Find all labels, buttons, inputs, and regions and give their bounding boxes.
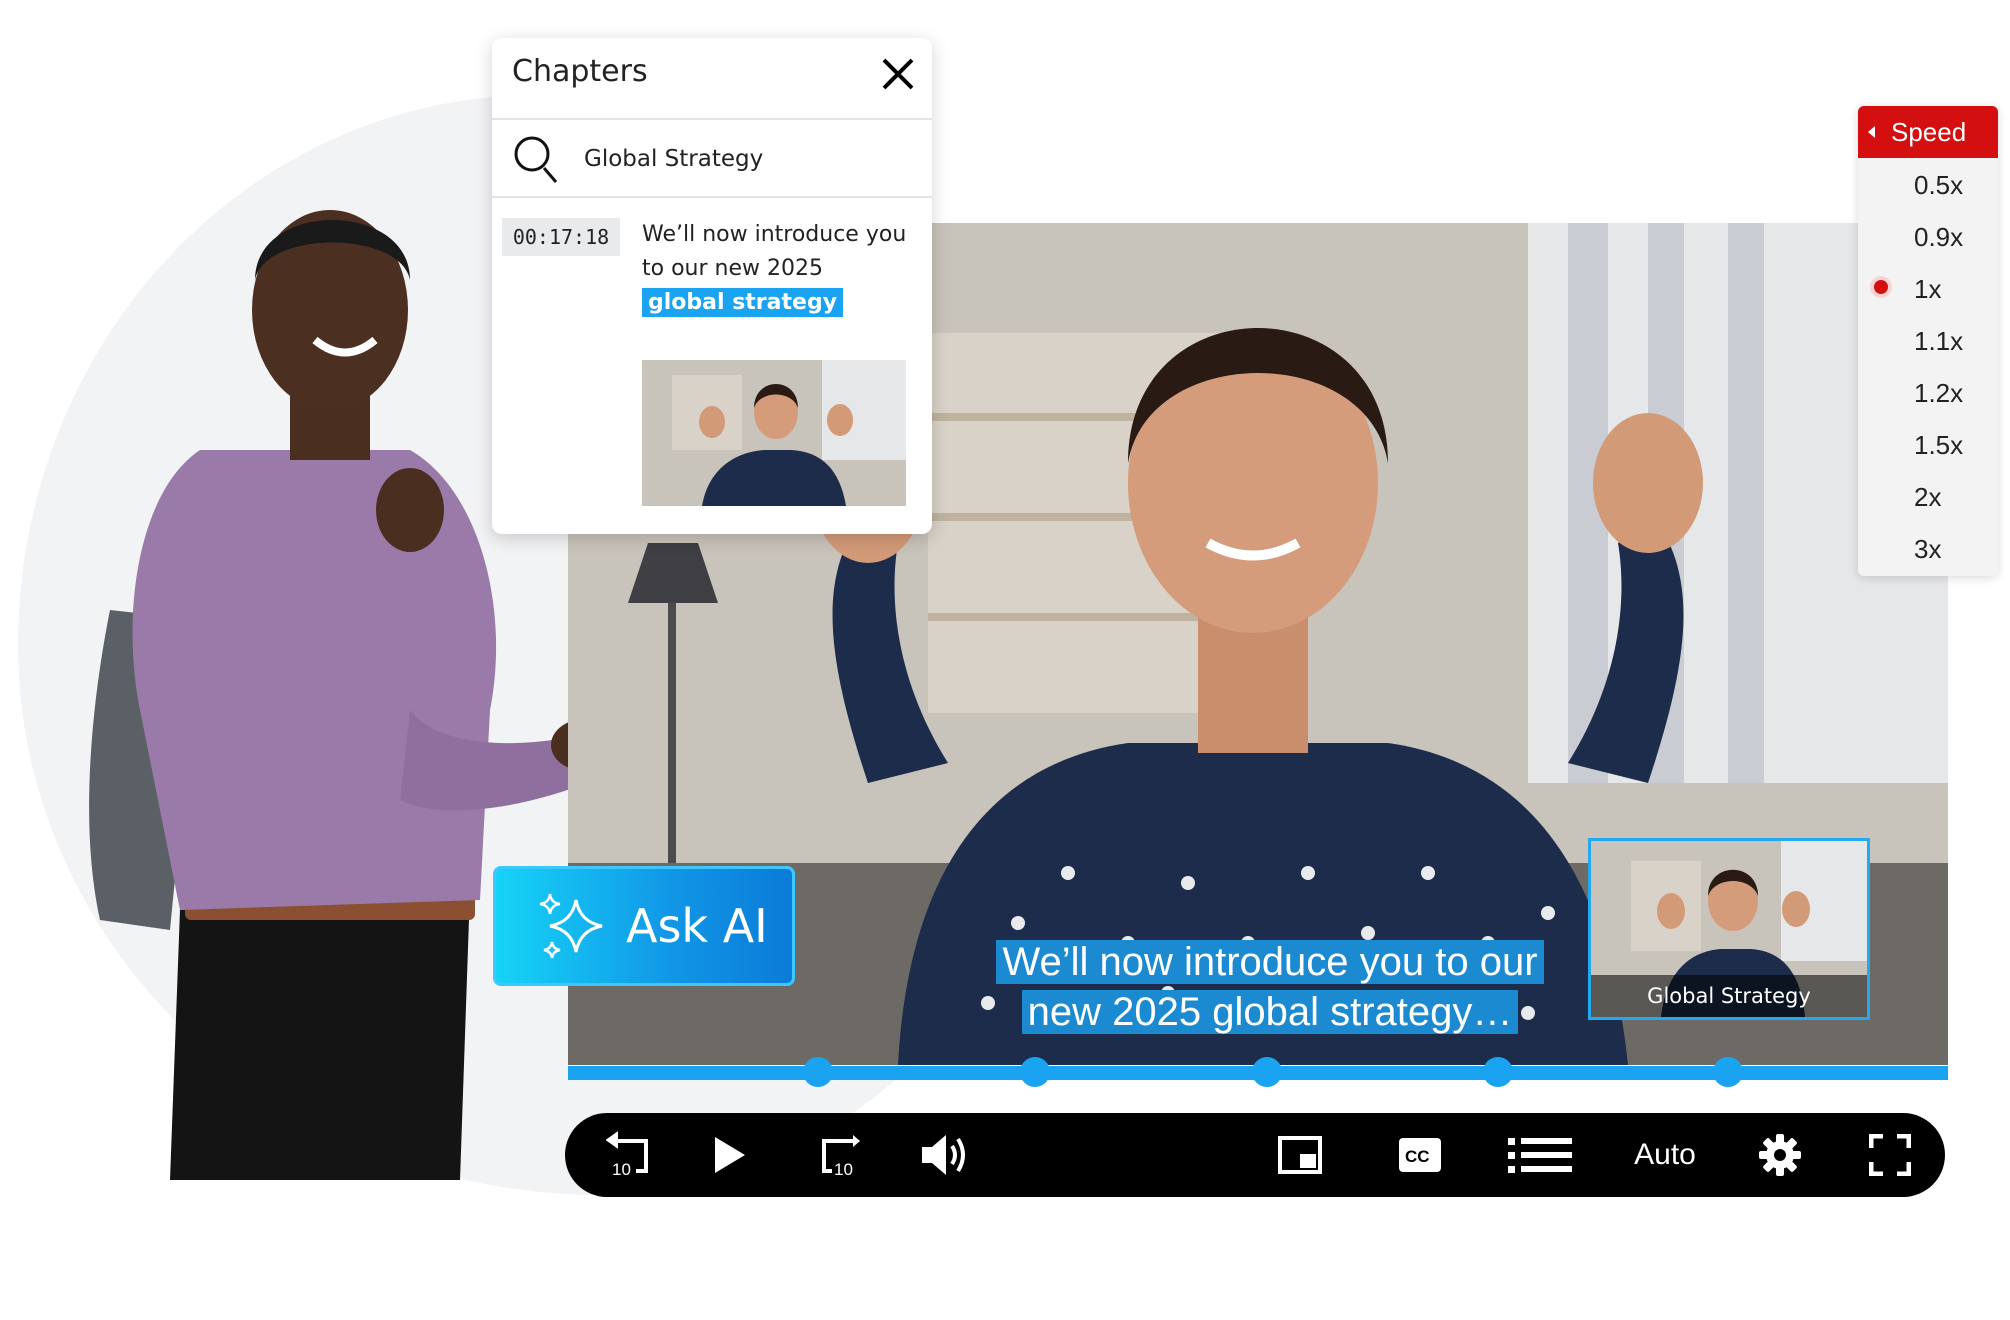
chapters-panel: Chapters 00:17:18 We’ll now introduce yo… [492, 38, 932, 534]
speed-option-selected[interactable]: 1x [1858, 262, 1998, 314]
speed-option[interactable]: 2x [1858, 470, 1998, 522]
chapter-search-input[interactable] [582, 138, 906, 180]
quality-label: Auto [1634, 1138, 1696, 1171]
close-button[interactable] [878, 54, 918, 94]
result-transcript[interactable]: We’ll now introduce you to our new 2025 … [642, 218, 912, 320]
quality-button[interactable]: Auto [1620, 1113, 1710, 1197]
progress-bar[interactable] [568, 1057, 1948, 1087]
volume-icon [922, 1135, 965, 1175]
closed-captions-button[interactable]: CC [1385, 1113, 1455, 1197]
play-icon [715, 1137, 745, 1173]
divider [492, 196, 932, 198]
speed-option[interactable]: 1.1x [1858, 314, 1998, 366]
divider [492, 118, 932, 120]
chapter-marker[interactable] [1713, 1057, 1743, 1087]
rewind-10-button[interactable]: 10 [595, 1113, 665, 1197]
speed-option[interactable]: 0.5x [1858, 158, 1998, 210]
ask-ai-button[interactable]: Ask AI [493, 866, 795, 986]
player-control-bar: 10 10 CC Auto [565, 1113, 1945, 1197]
volume-button[interactable] [910, 1113, 980, 1197]
preview-label: Global Strategy [1591, 975, 1867, 1017]
selected-dot-icon [1874, 280, 1888, 294]
search-icon [510, 132, 564, 186]
chapter-marker[interactable] [1252, 1057, 1282, 1087]
chapters-title: Chapters [512, 54, 648, 89]
settings-button[interactable] [1745, 1113, 1815, 1197]
back-arrow-icon [1868, 126, 1875, 138]
speed-menu: Speed 0.5x 0.9x 1x 1.1x 1.2x 1.5x 2x 3x [1858, 106, 1998, 576]
forward-10-button[interactable]: 10 [805, 1113, 875, 1197]
ask-ai-label: Ask AI [626, 899, 768, 953]
picture-in-picture-icon [1278, 1136, 1322, 1174]
closed-captions-icon: CC [1399, 1138, 1441, 1172]
chapters-list-button[interactable] [1500, 1113, 1580, 1197]
fullscreen-button[interactable] [1855, 1113, 1925, 1197]
video-subtitles: We’ll now introduce you to our new 2025 … [970, 937, 1570, 1037]
speed-option[interactable]: 1.5x [1858, 418, 1998, 470]
result-timestamp[interactable]: 00:17:18 [502, 218, 620, 256]
close-icon [882, 58, 914, 90]
play-button[interactable] [700, 1113, 760, 1197]
forward-seconds: 10 [834, 1160, 853, 1179]
chapters-list-icon [1508, 1138, 1572, 1173]
subtitle-line-1: We’ll now introduce you to our [996, 940, 1544, 984]
speed-menu-title: Speed [1891, 116, 1967, 147]
thumbnail-image [642, 360, 906, 506]
chapter-preview-thumbnail[interactable]: Global Strategy [1588, 838, 1870, 1020]
chapter-marker[interactable] [803, 1057, 833, 1087]
speed-option[interactable]: 1.2x [1858, 366, 1998, 418]
settings-gear-icon [1759, 1134, 1801, 1176]
chapter-marker[interactable] [1483, 1057, 1513, 1087]
result-highlight: global strategy [642, 288, 844, 317]
forward-10-icon: 10 [822, 1135, 860, 1179]
subtitle-line-2: new 2025 global strategy… [1021, 990, 1519, 1034]
chapter-marker[interactable] [1020, 1057, 1050, 1087]
rewind-seconds: 10 [612, 1160, 631, 1179]
result-thumbnail[interactable] [642, 360, 906, 506]
svg-text:CC: CC [1405, 1147, 1430, 1166]
result-text: We’ll now introduce you to our new 2025 [642, 222, 907, 281]
speed-option[interactable]: 3x [1858, 522, 1998, 574]
fullscreen-icon [1869, 1134, 1911, 1176]
speed-option[interactable]: 0.9x [1858, 210, 1998, 262]
speed-menu-header[interactable]: Speed [1858, 106, 1998, 158]
sparkle-icon [539, 893, 603, 959]
rewind-10-icon: 10 [606, 1131, 648, 1179]
picture-in-picture-button[interactable] [1265, 1113, 1335, 1197]
